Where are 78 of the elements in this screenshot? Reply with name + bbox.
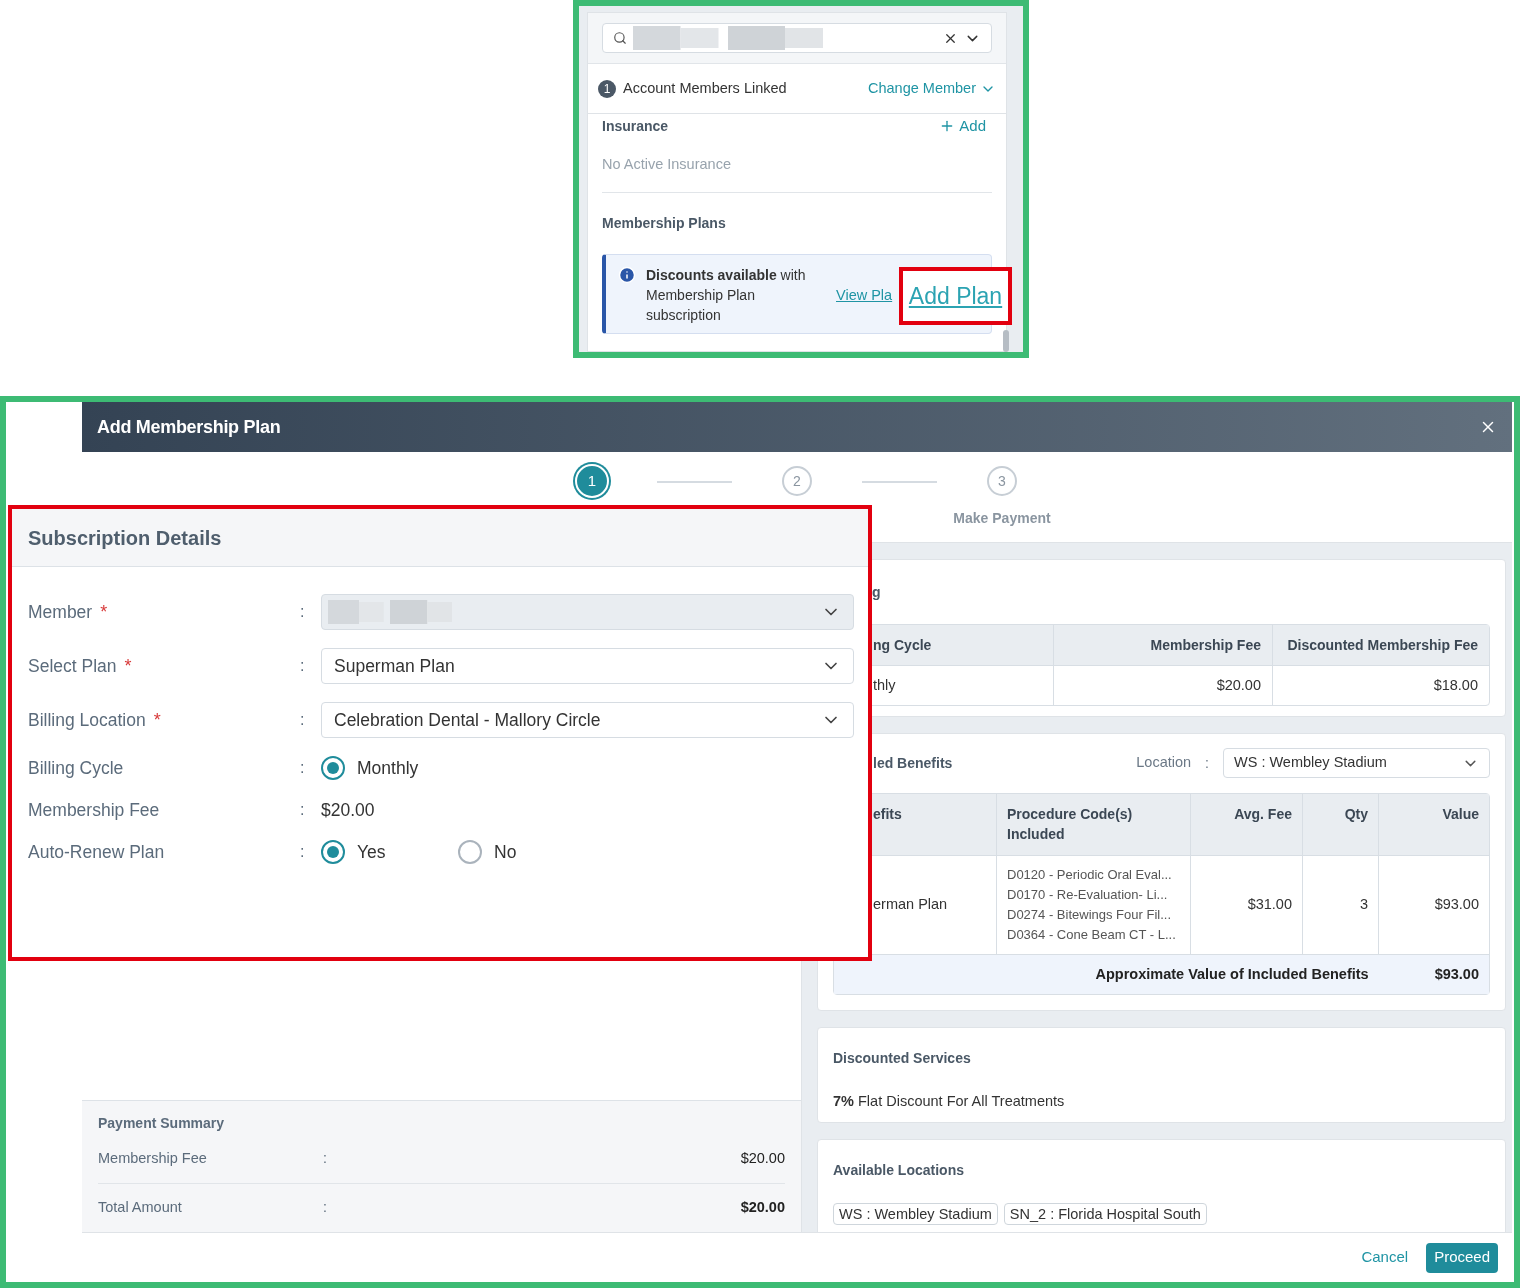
membership-plans-title: Membership Plans: [602, 213, 726, 233]
label-separator: :: [300, 602, 305, 622]
insurance-title: Insurance: [602, 116, 669, 136]
summary-value: $20.00: [740, 1198, 785, 1218]
label-separator: :: [300, 710, 305, 730]
add-plan-link[interactable]: Add Plan: [908, 278, 1003, 314]
column-header: Discounted Membership Fee: [1273, 625, 1489, 665]
label-separator: :: [300, 842, 305, 862]
card-title: Available Locations: [833, 1161, 964, 1180]
search-icon: [613, 31, 627, 45]
table-cell-text: $93.00: [1433, 895, 1480, 915]
total-value: $93.00: [1434, 964, 1479, 984]
step-indicator: 2: [782, 466, 812, 496]
step-label: Make Payment: [953, 509, 1051, 528]
summary-label: Membership Fee: [98, 1148, 208, 1168]
procedure-code: D0120 - Periodic Oral Eval...: [1007, 866, 1172, 884]
summary-title: Payment Summary: [98, 1114, 225, 1133]
total-label: Approximate Value of Included Benefits: [1095, 964, 1369, 984]
column-header: Avg. Fee: [1191, 794, 1303, 855]
discount-text: 7% Flat Discount For All Treatments: [833, 1092, 1065, 1111]
label-separator: :: [1205, 753, 1209, 773]
radio-button[interactable]: [321, 756, 345, 780]
location-select[interactable]: WS : Wembley Stadium: [1223, 748, 1490, 778]
section-title: Subscription Details: [28, 525, 222, 551]
empty-insurance-text: No Active Insurance: [602, 155, 731, 174]
column-header: Qty: [1303, 794, 1379, 855]
summary-label: Total Amount: [98, 1198, 183, 1218]
required-mark: *: [153, 708, 161, 732]
step-indicator: 1: [575, 464, 609, 498]
field-label: Member: [28, 600, 93, 624]
select-field[interactable]: Superman Plan: [321, 648, 854, 684]
table-cell-text: $18.00: [1432, 675, 1479, 695]
radio-button[interactable]: [321, 840, 345, 864]
location-tag: WS : Wembley Stadium: [833, 1203, 998, 1225]
label-separator: :: [323, 1149, 327, 1168]
proceed-button[interactable]: Proceed: [1426, 1242, 1498, 1273]
column-header: Procedure Code(s) Included: [997, 794, 1191, 855]
add-insurance-button[interactable]: Add: [939, 114, 986, 138]
radio-button[interactable]: [458, 840, 482, 864]
required-mark: *: [100, 600, 108, 624]
table-cell: $20.00: [1054, 666, 1273, 705]
cancel-button[interactable]: Cancel: [1361, 1246, 1409, 1269]
linked-members-label: Account Members Linked: [623, 78, 787, 98]
field-label: Auto-Renew Plan: [28, 840, 165, 864]
field-value: $20.00: [321, 798, 375, 822]
card-title: led Benefits: [873, 753, 953, 773]
field-label: Billing Cycle: [28, 756, 124, 780]
location-label: Location: [1136, 753, 1192, 773]
change-member-button[interactable]: Change Member: [868, 77, 996, 100]
procedure-code: D0364 - Cone Beam CT - L...: [1007, 926, 1176, 944]
location-tag: SN_2 : Florida Hospital South: [1003, 1203, 1207, 1225]
field-label: Select Plan: [28, 654, 117, 678]
info-icon: [618, 265, 636, 284]
label-separator: :: [300, 758, 305, 778]
column-header: Membership Fee: [1054, 625, 1273, 665]
count-badge: 1: [598, 79, 616, 98]
step-indicator: 3: [987, 466, 1017, 496]
column-header: Value: [1379, 794, 1489, 855]
card-title: Discounted Services: [833, 1049, 971, 1068]
required-mark: *: [124, 654, 132, 678]
member-search-field[interactable]: [602, 23, 992, 53]
label-separator: :: [300, 656, 305, 676]
radio-label: Monthly: [357, 756, 419, 780]
discount-notice-text: Discounts available with Membership Plan subscription: [646, 265, 807, 325]
radio-label: Yes: [357, 840, 386, 864]
scrollbar-thumb: [1003, 330, 1009, 352]
radio-label: No: [494, 840, 517, 864]
procedure-code: D0170 - Re-Evaluation- Li...: [1007, 886, 1168, 904]
label-separator: :: [323, 1198, 327, 1218]
summary-value: $20.00: [740, 1148, 785, 1168]
field-label: Membership Fee: [28, 798, 160, 822]
field-label: Billing Location: [28, 708, 146, 732]
select-field[interactable]: Celebration Dental - Mallory Circle: [321, 702, 854, 738]
procedure-code: D0274 - Bitewings Four Fil...: [1007, 906, 1171, 924]
label-separator: :: [300, 800, 305, 820]
card-title: g: [872, 584, 881, 600]
modal-title: Add Membership Plan: [97, 415, 282, 439]
view-plan-link[interactable]: View Pla: [836, 284, 894, 307]
